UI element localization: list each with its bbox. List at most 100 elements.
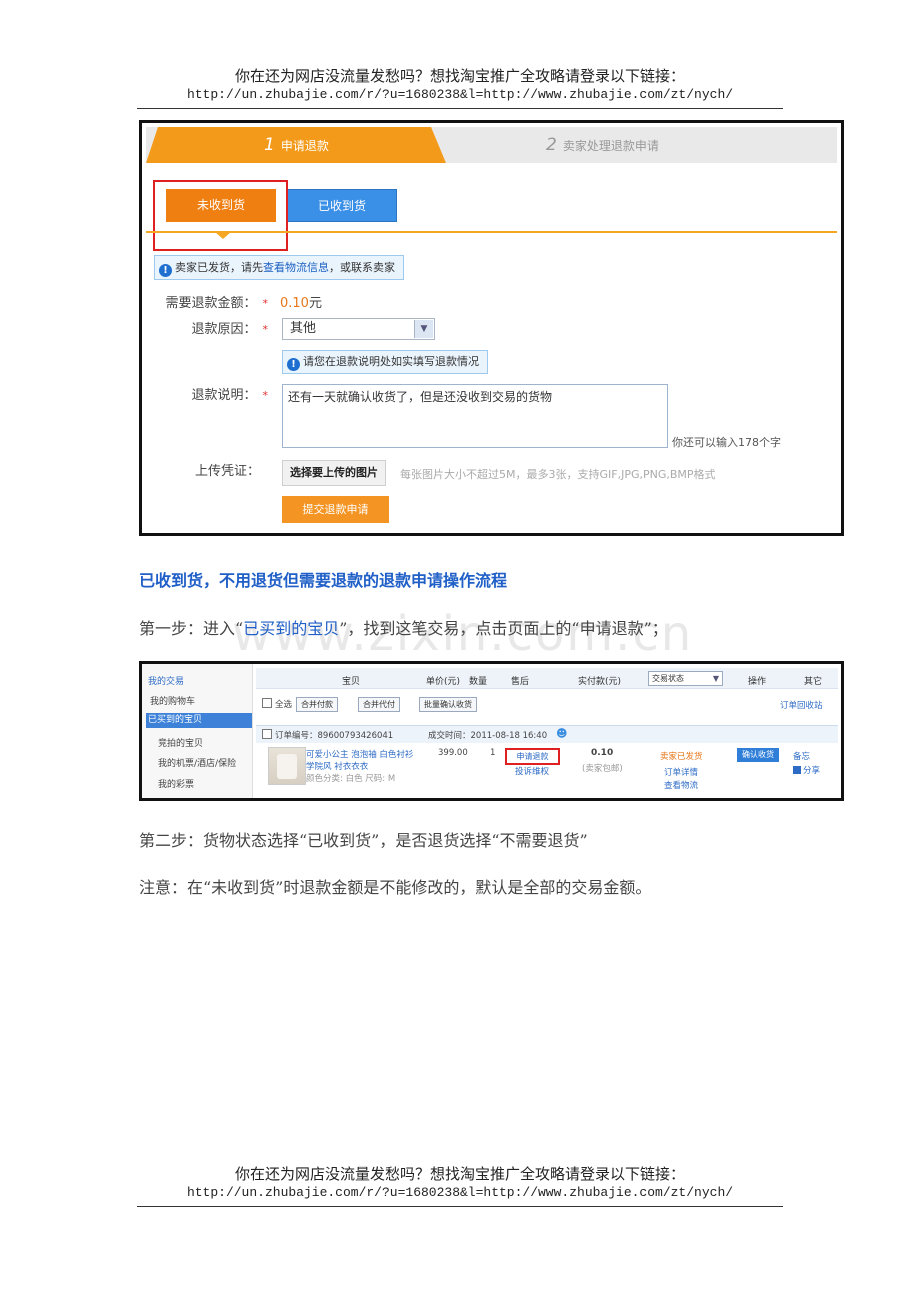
refund-description-textarea[interactable]: 还有一天就确认收货了，但是还没收到交易的货物: [282, 384, 668, 448]
sidebar-item-cart[interactable]: 我的购物车: [150, 694, 195, 707]
tab2-number: 2: [546, 135, 557, 155]
order-number: 订单编号：89600793426041: [275, 731, 394, 741]
reason-selected-value: 其他: [290, 321, 317, 336]
logistics-link[interactable]: 查看物流信息: [263, 261, 329, 274]
amount-value: 0.10: [280, 296, 309, 311]
submit-refund-button[interactable]: 提交退款申请: [282, 496, 389, 523]
recycle-bin-link[interactable]: 订单回收站: [780, 699, 823, 711]
item-price: 399.00: [438, 748, 468, 758]
share-link[interactable]: 分享: [793, 764, 820, 776]
remaining-chars: 你还可以输入178个字: [672, 436, 781, 449]
select-all-checkbox[interactable]: 全选: [262, 698, 292, 710]
col-action: 操作: [748, 677, 767, 687]
checkbox-icon[interactable]: [262, 729, 272, 739]
required-star: *: [262, 323, 269, 336]
order-detail-link[interactable]: 订单详情: [664, 766, 698, 778]
col-qty: 数量: [469, 677, 488, 687]
received-button[interactable]: 已收到货: [287, 189, 397, 222]
tab-seller-process[interactable]: 2 卖家处理退款申请: [546, 127, 659, 164]
dropdown-arrow-icon[interactable]: ▼: [414, 320, 433, 338]
col-after-sale: 售后: [511, 677, 530, 687]
footer-promo-text: 你在还为网店没流量发愁吗？想找淘宝推广全攻略请登录以下链接：: [234, 1165, 685, 1183]
sidebar-item-bought[interactable]: 已买到的宝贝: [146, 713, 252, 728]
sidebar-title[interactable]: 我的交易: [148, 674, 184, 687]
complain-link[interactable]: 投诉维权: [515, 765, 549, 777]
order-list-screenshot: 我的交易 我的购物车 已买到的宝贝 竞拍的宝贝 我的机票/酒店/保险 我的彩票 …: [139, 661, 844, 801]
shirt-image: [277, 754, 297, 779]
header-promo-text: 你在还为网店没流量发愁吗？想找淘宝推广全攻略请登录以下链接：: [234, 67, 685, 85]
order-bar: 订单编号：89600793426041 成交时间：2011-08-18 16:4…: [256, 725, 838, 743]
note-text: 注意：在“未收到货”时退款金额是不能修改的，默认是全部的交易金额。: [139, 878, 652, 897]
paid-amount: 0.10: [591, 748, 614, 758]
col-price: 单价(元): [426, 677, 461, 687]
item-title-line1[interactable]: 可爱小公主 泡泡袖 白色衬衫: [306, 748, 413, 760]
refund-form-screenshot: 1 申请退款 2 卖家处理退款申请 未收到货 已收到货 ! 卖家已发货，请先查看物流信…: [139, 120, 844, 536]
page-header: 你在还为网店没流量发愁吗？想找淘宝推广全攻略请登录以下链接： http://un…: [0, 66, 920, 104]
upload-hint: 每张图片大小不超过5M，最多3张，支持GIF,JPG,PNG,BMP格式: [400, 468, 716, 481]
apply-refund-link[interactable]: 申请退款: [505, 748, 560, 765]
item-qty: 1: [490, 748, 496, 758]
reason-label: 退款原因： *: [191, 322, 269, 337]
tab1-label: 申请退款: [280, 139, 329, 153]
upload-label: 上传凭证：: [194, 464, 260, 479]
notice-text-pre: 卖家已发货，请先: [175, 261, 263, 274]
required-star: *: [262, 389, 269, 402]
refund-amount: 0.10元: [280, 292, 322, 311]
sidebar-item-lottery[interactable]: 我的彩票: [158, 777, 194, 790]
col-item: 宝贝: [342, 677, 361, 687]
order-status: 卖家已发货: [660, 752, 703, 762]
reason-select[interactable]: 其他 ▼: [282, 318, 435, 340]
amount-unit: 元: [308, 296, 322, 311]
bought-items-link[interactable]: 已买到的宝贝: [243, 619, 339, 638]
batch-confirm-button[interactable]: 批量确认收货: [419, 697, 477, 712]
merge-agent-pay-button[interactable]: 合并代付: [358, 697, 400, 712]
amount-label: 需要退款金额： *: [165, 296, 269, 311]
col-paid: 实付款(元): [578, 677, 622, 687]
sidebar: 我的交易 我的购物车 已买到的宝贝 竞拍的宝贝 我的机票/酒店/保险 我的彩票: [142, 664, 253, 798]
reason-tip-text: 请您在退款说明处如实填写退款情况: [303, 355, 479, 368]
shipped-notice: ! 卖家已发货，请先查看物流信息，或联系卖家: [154, 255, 404, 280]
page-footer: 你在还为网店没流量发愁吗？想找淘宝推广全攻略请登录以下链接： http://un…: [0, 1164, 920, 1202]
footer-promo-link[interactable]: http://un.zhubajie.com/r/?u=1680238&l=ht…: [0, 1184, 920, 1202]
tab-apply-refund[interactable]: 1 申请退款: [146, 127, 446, 163]
selected-pointer-icon: [215, 232, 231, 239]
footer-divider: [137, 1206, 783, 1207]
checkbox-icon[interactable]: [262, 698, 272, 708]
reason-tip: ! 请您在退款说明处如实填写退款情况: [282, 350, 488, 374]
memo-link[interactable]: 备忘: [793, 750, 810, 762]
section-heading: 已收到货，不用退货但需要退款的退款申请操作流程: [139, 571, 508, 590]
header-divider: [137, 108, 783, 109]
step1-text: 第一步：进入“已买到的宝贝”，找到这笔交易，点击页面上的“申请退款”；: [139, 619, 668, 638]
upload-image-button[interactable]: 选择要上传的图片: [282, 460, 386, 486]
shipping-note: (卖家包邮): [582, 764, 623, 774]
tab2-label: 卖家处理退款申请: [562, 139, 659, 153]
notice-text-post: ，或联系卖家: [329, 261, 395, 274]
header-promo-link[interactable]: http://un.zhubajie.com/r/?u=1680238&l=ht…: [0, 86, 920, 104]
merge-pay-button[interactable]: 合并付款: [296, 697, 338, 712]
confirm-receipt-button[interactable]: 确认收货: [737, 748, 779, 762]
deal-time: 成交时间：2011-08-18 16:40: [428, 731, 548, 741]
refund-steps-tabs: 1 申请退款 2 卖家处理退款申请: [146, 127, 837, 163]
item-title-line2[interactable]: 学院风 衬衣衣衣: [306, 760, 368, 772]
table-header: 宝贝 单价(元) 数量 售后 实付款(元) 交易状态 ▼ 操作 其它: [256, 668, 838, 689]
view-logistics-link[interactable]: 查看物流: [664, 779, 698, 791]
required-star: *: [262, 297, 269, 310]
status-filter-select[interactable]: 交易状态 ▼: [648, 671, 723, 686]
step2-text: 第二步：货物状态选择“已收到货”，是否退货选择“不需要退货”: [139, 831, 588, 850]
list-toolbar: 全选 合并付款 合并代付 批量确认收货 订单回收站: [256, 695, 838, 715]
wangwang-chat-icon[interactable]: ☻: [556, 727, 567, 740]
highlight-box: [153, 180, 288, 251]
product-thumbnail[interactable]: [268, 747, 306, 785]
info-icon: !: [287, 358, 300, 371]
share-icon: [793, 766, 801, 774]
col-other: 其它: [804, 677, 823, 687]
sidebar-item-travel[interactable]: 我的机票/酒店/保险: [158, 756, 236, 769]
tab1-number: 1: [264, 135, 275, 155]
sidebar-item-auction[interactable]: 竞拍的宝贝: [158, 736, 203, 749]
order-checkbox[interactable]: 订单编号：89600793426041: [262, 729, 393, 741]
item-spec: 颜色分类: 白色 尺码: M: [306, 774, 396, 784]
desc-label: 退款说明： *: [191, 388, 269, 403]
info-icon: !: [159, 264, 172, 277]
section-divider: [146, 231, 837, 233]
dropdown-arrow-icon: ▼: [712, 674, 719, 683]
